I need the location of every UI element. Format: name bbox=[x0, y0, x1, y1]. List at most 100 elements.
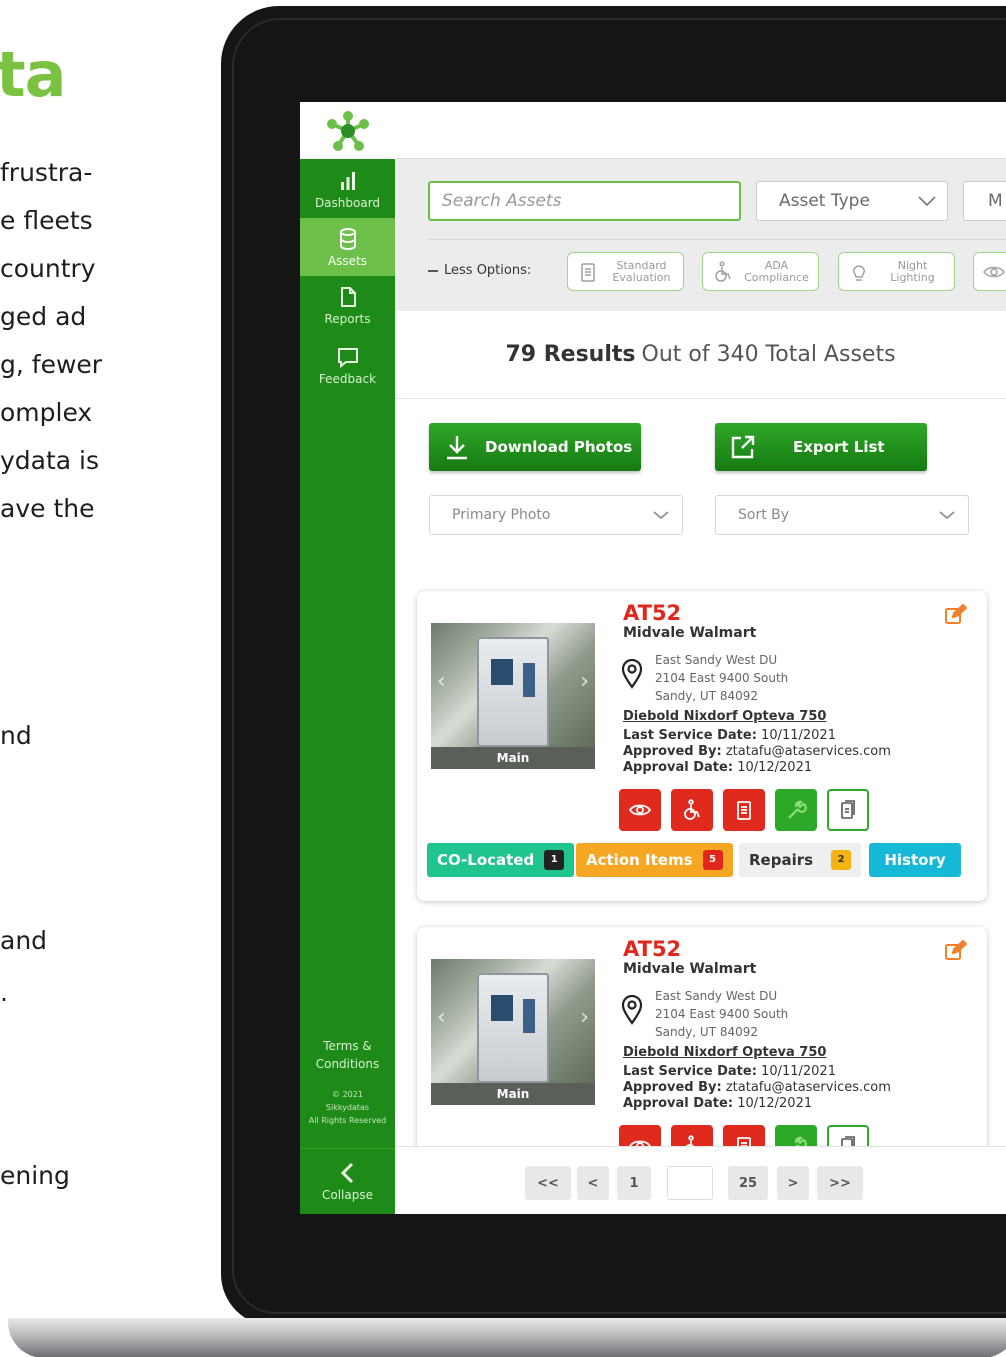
marketing-text-line: country bbox=[0, 254, 96, 283]
marketing-text-line: ave the bbox=[0, 494, 95, 523]
results-total: Out of 340 Total Assets bbox=[641, 342, 896, 367]
sort-by-select[interactable]: Sort By bbox=[715, 495, 969, 535]
marketing-text-line: ening bbox=[0, 1161, 70, 1190]
marketing-text-line: frustra- bbox=[0, 158, 93, 187]
action-items-tag[interactable]: Action Items 5 bbox=[576, 843, 733, 877]
asset-id[interactable]: AT52 bbox=[623, 601, 681, 625]
sidebar-item-dashboard[interactable]: Dashboard bbox=[300, 160, 395, 218]
main-content: Search Assets Asset Type M Less Options:… bbox=[395, 102, 1006, 1214]
option-standard-evaluation[interactable]: Standard Evaluation bbox=[567, 252, 684, 291]
sidebar-item-label: Dashboard bbox=[314, 195, 381, 210]
last-page-button[interactable]: >> bbox=[817, 1166, 863, 1200]
option-night-lighting[interactable]: Night Lighting bbox=[838, 252, 955, 291]
sidebar-item-label: Feedback bbox=[318, 371, 377, 386]
filter-panel: Search Assets Asset Type M Less Options:… bbox=[395, 159, 1006, 311]
download-photos-button[interactable]: Download Photos bbox=[429, 423, 641, 471]
asset-name: Midvale Walmart bbox=[623, 625, 757, 641]
sidebar-item-feedback[interactable]: Feedback bbox=[300, 336, 395, 394]
prev-page-button[interactable]: < bbox=[577, 1166, 609, 1200]
app-screen: Dashboard Assets Reports Feedback Terms … bbox=[300, 102, 1006, 1214]
address-line: East Sandy West DU bbox=[655, 653, 778, 667]
export-list-label: Export List bbox=[793, 438, 885, 456]
asset-id[interactable]: AT52 bbox=[623, 937, 681, 961]
evaluation-button[interactable] bbox=[723, 789, 765, 831]
page-size-select[interactable]: 25 bbox=[728, 1166, 768, 1200]
ada-button[interactable] bbox=[671, 789, 713, 831]
lightbulb-icon bbox=[853, 264, 865, 281]
atm-screen-image bbox=[491, 995, 513, 1021]
chevron-left-icon[interactable]: ‹ bbox=[437, 1005, 446, 1030]
meta-label: Last Service Date: bbox=[623, 1064, 757, 1079]
edit-icon[interactable] bbox=[943, 603, 967, 627]
chevron-down-icon bbox=[918, 196, 936, 207]
marketing-text-line: and bbox=[0, 926, 48, 955]
page-jump-input[interactable] bbox=[667, 1166, 713, 1200]
laptop-base bbox=[8, 1318, 1006, 1357]
export-list-button[interactable]: Export List bbox=[715, 423, 927, 471]
asset-meta: Last Service Date: 10/11/2021 Approved B… bbox=[623, 728, 891, 776]
atm-slot-image bbox=[523, 663, 535, 697]
address-line: Sandy, UT 84092 bbox=[655, 689, 759, 703]
chevron-down-icon bbox=[653, 511, 669, 520]
document-icon bbox=[841, 800, 855, 819]
next-page-button[interactable]: > bbox=[777, 1166, 809, 1200]
meta-value: 10/11/2021 bbox=[761, 728, 836, 743]
option-line: Lighting bbox=[890, 270, 935, 284]
asset-model-link[interactable]: Diebold Nixdorf Opteva 750 bbox=[623, 709, 826, 724]
option-line: Compliance bbox=[744, 270, 809, 284]
view-button[interactable] bbox=[619, 789, 661, 831]
network-logo-icon bbox=[326, 110, 369, 151]
history-tag[interactable]: History bbox=[869, 843, 961, 877]
page-number[interactable]: 1 bbox=[617, 1166, 651, 1200]
co-located-tag[interactable]: CO-Located 1 bbox=[427, 843, 575, 877]
atm-slot-image bbox=[523, 999, 535, 1033]
option-ada-compliance[interactable]: ADA Compliance bbox=[702, 252, 819, 291]
chevron-right-icon[interactable]: › bbox=[580, 669, 589, 694]
asset-photo[interactable]: ‹ › Main bbox=[431, 959, 595, 1105]
copyright-line: All Rights Reserved bbox=[308, 1116, 387, 1125]
tag-count: 2 bbox=[831, 850, 852, 870]
sidebar-item-reports[interactable]: Reports bbox=[300, 276, 395, 334]
results-count: 79 Results bbox=[505, 342, 636, 367]
first-page-button[interactable]: << bbox=[525, 1166, 571, 1200]
less-options-label: Less Options: bbox=[444, 263, 532, 278]
asset-address: East Sandy West DU 2104 East 9400 South … bbox=[655, 987, 788, 1041]
terms-link[interactable]: Terms & Conditions bbox=[300, 1037, 395, 1073]
chat-bubble-icon bbox=[337, 347, 358, 368]
chevron-left-icon[interactable]: ‹ bbox=[437, 669, 446, 694]
search-input[interactable]: Search Assets bbox=[428, 181, 741, 221]
wheelchair-icon bbox=[715, 260, 731, 282]
asset-card[interactable]: ‹ › Main AT52 Midvale Walmart East Sandy… bbox=[417, 591, 987, 901]
sidebar-item-label: Reports bbox=[324, 311, 371, 326]
eye-icon bbox=[983, 266, 1005, 277]
marketing-text-line: ydata is bbox=[0, 446, 100, 475]
brand-wordmark-fragment: ta bbox=[0, 38, 66, 111]
copyright: © 2021 Sikkydatas All Rights Reserved bbox=[300, 1088, 395, 1127]
asset-photo[interactable]: ‹ › Main bbox=[431, 623, 595, 769]
collapse-label: Collapse bbox=[322, 1187, 373, 1202]
chevron-right-icon[interactable]: › bbox=[580, 1005, 589, 1030]
asset-name: Midvale Walmart bbox=[623, 961, 757, 977]
option-visibility[interactable] bbox=[973, 252, 1006, 291]
primary-photo-select[interactable]: Primary Photo bbox=[429, 495, 683, 535]
option-line: Evaluation bbox=[612, 270, 671, 284]
copyright-line: Sikkydatas bbox=[325, 1103, 370, 1112]
marketing-text-line: g, fewer bbox=[0, 350, 103, 379]
sidebar-item-assets[interactable]: Assets bbox=[300, 218, 395, 276]
less-options-toggle[interactable]: Less Options: bbox=[428, 263, 531, 278]
app-logo[interactable] bbox=[300, 102, 395, 159]
repair-button[interactable] bbox=[775, 789, 817, 831]
asset-model-link[interactable]: Diebold Nixdorf Opteva 750 bbox=[623, 1045, 826, 1060]
asset-address: East Sandy West DU 2104 East 9400 South … bbox=[655, 651, 788, 705]
meta-value: 10/12/2021 bbox=[737, 1096, 813, 1111]
collapse-button[interactable]: Collapse bbox=[300, 1148, 395, 1214]
wheelchair-icon bbox=[684, 799, 700, 820]
marketing-text-line: nd bbox=[0, 721, 32, 750]
third-filter-select[interactable]: M bbox=[963, 181, 1006, 221]
repairs-tag[interactable]: Repairs 2 bbox=[739, 843, 862, 877]
top-bar bbox=[395, 102, 1006, 159]
asset-type-select[interactable]: Asset Type bbox=[756, 181, 948, 221]
edit-icon[interactable] bbox=[943, 939, 967, 963]
report-button[interactable] bbox=[827, 789, 869, 831]
clipboard-icon bbox=[737, 801, 751, 820]
